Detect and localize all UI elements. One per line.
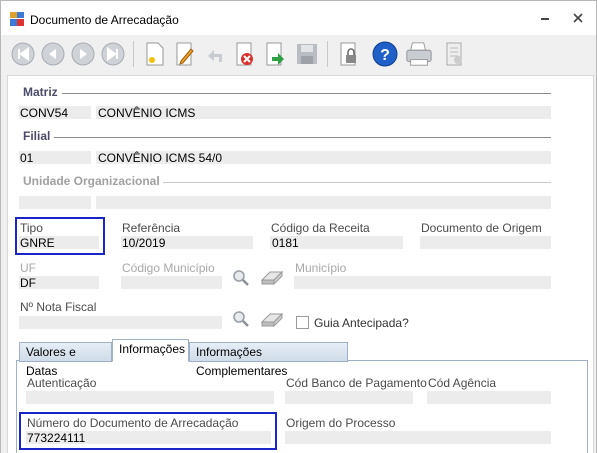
lock-button[interactable] — [335, 39, 363, 69]
matriz-name: CONVÊNIO ICMS — [98, 106, 196, 120]
filial-heading: Filial — [23, 129, 51, 143]
nota-fiscal-label: Nº Nota Fiscal — [20, 300, 97, 314]
uf-value: DF — [20, 276, 36, 290]
documento-origem-label: Documento de Origem — [421, 221, 542, 235]
numero-documento-highlight-box — [19, 412, 277, 450]
referencia-label: Referência — [122, 221, 181, 235]
help-icon: ? — [372, 41, 398, 67]
first-record-button[interactable] — [9, 39, 37, 69]
print-button[interactable] — [405, 39, 433, 69]
first-icon — [11, 42, 35, 66]
codigo-municipio-field[interactable] — [121, 276, 222, 289]
delete-icon — [236, 42, 253, 66]
tipo-highlight-box — [15, 217, 105, 255]
cod-banco-label: Cód Banco de Pagamento — [286, 376, 427, 390]
filial-name: CONVÊNIO ICMS 54/0 — [98, 151, 223, 165]
minimize-button[interactable] — [536, 12, 554, 26]
divider — [163, 182, 551, 183]
nota-fiscal-field[interactable] — [19, 316, 222, 329]
filial-code: 01 — [20, 151, 34, 165]
municipio-field[interactable] — [294, 276, 551, 289]
autenticacao-field[interactable] — [26, 391, 274, 404]
tab-informacoes-complementares[interactable]: Informações Complementares — [189, 342, 348, 378]
documento-origem-field[interactable] — [420, 236, 551, 249]
close-button[interactable] — [569, 12, 587, 26]
help-button[interactable]: ? — [371, 39, 399, 69]
matriz-code: CONV54 — [20, 106, 69, 120]
guia-antecipada-label: Guia Antecipada? — [314, 316, 409, 330]
next-record-button[interactable] — [69, 39, 97, 69]
search-icon[interactable] — [232, 269, 250, 287]
edit-button[interactable] — [171, 39, 199, 69]
eraser-icon[interactable] — [259, 311, 285, 327]
last-record-button[interactable] — [99, 39, 127, 69]
report-button[interactable] — [441, 39, 469, 69]
svg-text:?: ? — [380, 47, 390, 64]
print-icon — [406, 42, 432, 66]
toolbar-separator — [133, 41, 134, 67]
origem-processo-label: Origem do Processo — [286, 416, 396, 430]
municipio-label: Município — [295, 261, 347, 275]
autenticacao-label: Autenticação — [27, 376, 97, 390]
toolbar: ? — [1, 35, 596, 75]
window-title: Documento de Arrecadação — [30, 13, 179, 27]
edit-icon — [176, 42, 194, 66]
confirm-button[interactable] — [261, 39, 289, 69]
lock-icon — [340, 42, 356, 66]
document-window: Documento de Arrecadação ? Matriz CONV54… — [0, 0, 597, 453]
codigo-receita-label: Código da Receita — [271, 221, 370, 235]
previous-record-button[interactable] — [39, 39, 67, 69]
close-icon — [573, 13, 583, 23]
undo-icon — [208, 50, 222, 62]
cod-banco-field[interactable] — [285, 391, 413, 404]
delete-button[interactable] — [231, 39, 259, 69]
origem-processo-field[interactable] — [285, 431, 551, 444]
tab-valores-e-datas[interactable]: Valores e Datas — [19, 342, 112, 378]
toolbar-separator — [327, 41, 328, 67]
app-icon — [10, 12, 24, 26]
cod-agencia-label: Cód Agência — [428, 376, 497, 390]
save-button[interactable] — [293, 39, 321, 69]
unidade-name-field[interactable] — [96, 196, 551, 209]
new-icon — [146, 42, 164, 66]
minimize-icon — [541, 18, 549, 20]
unidade-code-field[interactable] — [19, 196, 91, 209]
divider — [62, 93, 551, 94]
previous-icon — [41, 42, 65, 66]
unidade-heading: Unidade Organizacional — [23, 174, 160, 188]
next-icon — [71, 42, 95, 66]
eraser-icon[interactable] — [259, 269, 285, 285]
last-icon — [101, 42, 125, 66]
uf-label: UF — [20, 261, 36, 275]
cod-agencia-field[interactable] — [427, 391, 551, 404]
report-icon — [446, 42, 462, 66]
confirm-icon — [266, 42, 284, 66]
undo-button[interactable] — [201, 39, 229, 69]
codigo-municipio-label: Código Município — [122, 261, 215, 275]
codigo-receita-value: 0181 — [272, 236, 299, 250]
referencia-value: 10/2019 — [122, 236, 166, 250]
save-icon — [297, 44, 317, 64]
divider — [54, 137, 551, 138]
title-bar: Documento de Arrecadação — [1, 1, 596, 35]
tab-informacoes[interactable]: Informações — [112, 339, 189, 362]
search-icon[interactable] — [232, 310, 250, 328]
guia-antecipada-checkbox[interactable] — [296, 316, 309, 329]
matriz-heading: Matriz — [23, 85, 58, 99]
new-button[interactable] — [141, 39, 169, 69]
